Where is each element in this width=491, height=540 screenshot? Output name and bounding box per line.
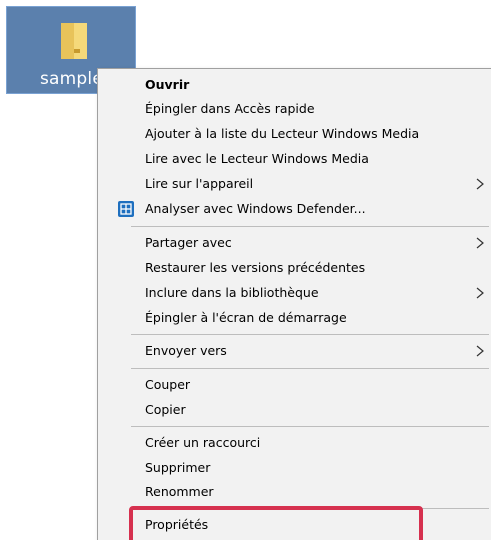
highlight-box: [129, 506, 423, 540]
menu-item-renommer[interactable]: Renommer: [98, 480, 491, 504]
folder-icon: [61, 23, 87, 59]
menu-item-label: Analyser avec Windows Defender...: [145, 201, 366, 216]
menu-item-restaurer-versions[interactable]: Restaurer les versions précédentes: [98, 256, 491, 280]
menu-item-label: Créer un raccourci: [145, 435, 261, 450]
chevron-right-icon: [476, 178, 484, 190]
menu-item-lire-lecteur-media[interactable]: Lire avec le Lecteur Windows Media: [98, 147, 491, 171]
menu-item-couper[interactable]: Couper: [98, 373, 491, 397]
screen: sample Ouvrir Épingler dans Accès rapide…: [0, 0, 491, 540]
menu-item-label: Copier: [145, 402, 186, 417]
menu-item-lire-sur-appareil[interactable]: Lire sur l'appareil: [98, 172, 491, 196]
chevron-right-icon: [476, 287, 484, 299]
menu-item-copier[interactable]: Copier: [98, 398, 491, 422]
menu-item-label: Ouvrir: [145, 77, 190, 92]
menu-item-label: Envoyer vers: [145, 343, 227, 358]
menu-item-partager-avec[interactable]: Partager avec: [98, 231, 491, 255]
menu-item-label: Couper: [145, 377, 191, 392]
desktop-file-label: sample: [40, 69, 104, 89]
menu-separator: [131, 368, 489, 369]
menu-separator: [131, 334, 489, 335]
chevron-right-icon: [476, 237, 484, 249]
menu-item-label: Lire avec le Lecteur Windows Media: [145, 151, 369, 166]
menu-item-label: Épingler dans Accès rapide: [145, 101, 315, 116]
menu-item-supprimer[interactable]: Supprimer: [98, 456, 491, 480]
menu-item-epingler-demarrage[interactable]: Épingler à l'écran de démarrage: [98, 306, 491, 330]
menu-item-label: Supprimer: [145, 460, 211, 475]
menu-item-label: Ajouter à la liste du Lecteur Windows Me…: [145, 126, 420, 141]
menu-item-epingler-acces-rapide[interactable]: Épingler dans Accès rapide: [98, 97, 491, 121]
context-menu: Ouvrir Épingler dans Accès rapide Ajoute…: [97, 68, 491, 540]
menu-item-label: Restaurer les versions précédentes: [145, 260, 366, 275]
menu-item-label: Partager avec: [145, 235, 232, 250]
menu-item-ouvrir[interactable]: Ouvrir: [98, 73, 491, 97]
chevron-right-icon: [476, 345, 484, 357]
menu-item-ajouter-liste-media[interactable]: Ajouter à la liste du Lecteur Windows Me…: [98, 122, 491, 146]
menu-item-creer-raccourci[interactable]: Créer un raccourci: [98, 431, 491, 455]
menu-item-inclure-bibliotheque[interactable]: Inclure dans la bibliothèque: [98, 281, 491, 305]
menu-separator: [131, 226, 489, 227]
menu-item-label: Épingler à l'écran de démarrage: [145, 310, 347, 325]
menu-item-analyser-defender[interactable]: Analyser avec Windows Defender...: [98, 197, 491, 221]
menu-item-label: Lire sur l'appareil: [145, 176, 254, 191]
windows-defender-icon: [118, 201, 134, 217]
menu-item-label: Renommer: [145, 484, 214, 499]
menu-item-envoyer-vers[interactable]: Envoyer vers: [98, 339, 491, 363]
menu-separator: [131, 426, 489, 427]
menu-item-label: Inclure dans la bibliothèque: [145, 285, 319, 300]
